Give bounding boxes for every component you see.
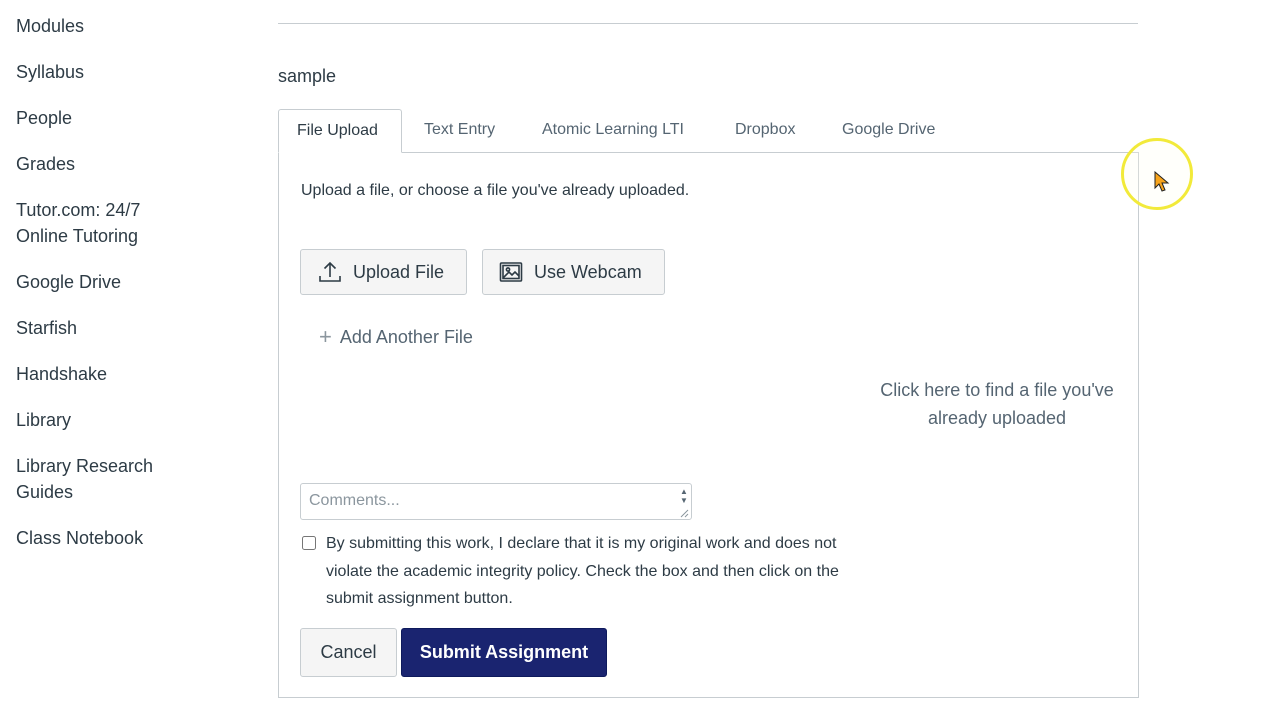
tab-text-entry[interactable]: Text Entry	[406, 109, 513, 153]
add-another-file-label: Add Another File	[339, 327, 473, 347]
content-divider	[278, 23, 1138, 24]
nav-grades[interactable]: Grades	[16, 151, 75, 177]
nav-syllabus[interactable]: Syllabus	[16, 59, 84, 85]
file-upload-panel: Upload a file, or choose a file you've a…	[278, 152, 1139, 698]
cancel-button[interactable]: Cancel	[300, 628, 397, 677]
course-navigation: Modules Syllabus People Grades Tutor.com…	[0, 0, 240, 720]
mouse-pointer-icon	[1154, 171, 1170, 192]
nav-library-research-guides-line2: Guides	[16, 482, 74, 502]
add-another-file-link[interactable]: + Add Another File	[319, 325, 473, 349]
nav-tutor-com-line1: Tutor.com: 24/7	[16, 200, 141, 220]
integrity-declaration-text: By submitting this work, I declare that …	[326, 535, 839, 607]
upload-file-button[interactable]: Upload File	[300, 249, 467, 295]
textarea-spinner-icon: ▲ ▼	[680, 487, 688, 505]
nav-library-research-guides[interactable]: Library Research Guides	[16, 453, 153, 505]
tab-google-drive[interactable]: Google Drive	[824, 109, 953, 153]
tab-atomic-learning-lti[interactable]: Atomic Learning LTI	[524, 109, 702, 153]
upload-file-label: Upload File	[353, 261, 445, 282]
nav-people[interactable]: People	[16, 105, 72, 131]
resize-grip-icon[interactable]	[679, 508, 689, 518]
upload-icon	[317, 259, 343, 285]
plus-icon: +	[319, 324, 332, 349]
submit-assignment-button[interactable]: Submit Assignment	[401, 628, 607, 677]
image-icon	[498, 259, 524, 285]
nav-google-drive[interactable]: Google Drive	[16, 269, 121, 295]
nav-class-notebook[interactable]: Class Notebook	[16, 525, 143, 551]
comments-input[interactable]	[300, 483, 692, 520]
use-webcam-label: Use Webcam	[534, 261, 642, 282]
assignment-title: sample	[278, 66, 337, 86]
nav-starfish[interactable]: Starfish	[16, 315, 77, 341]
use-webcam-button[interactable]: Use Webcam	[482, 249, 665, 295]
nav-library-research-guides-line1: Library Research	[16, 456, 154, 476]
nav-modules[interactable]: Modules	[16, 13, 84, 39]
tab-dropbox[interactable]: Dropbox	[717, 109, 813, 153]
find-uploaded-file-link[interactable]: Click here to find a file you've already…	[879, 377, 1115, 432]
integrity-declaration-checkbox[interactable]	[302, 536, 316, 550]
nav-tutor-com-line2: Online Tutoring	[16, 226, 139, 246]
nav-handshake[interactable]: Handshake	[16, 361, 107, 387]
tab-file-upload[interactable]: File Upload	[278, 109, 402, 153]
upload-instructions: Upload a file, or choose a file you've a…	[301, 182, 690, 199]
nav-library[interactable]: Library	[16, 407, 71, 433]
nav-tutor-com[interactable]: Tutor.com: 24/7 Online Tutoring	[16, 197, 140, 249]
